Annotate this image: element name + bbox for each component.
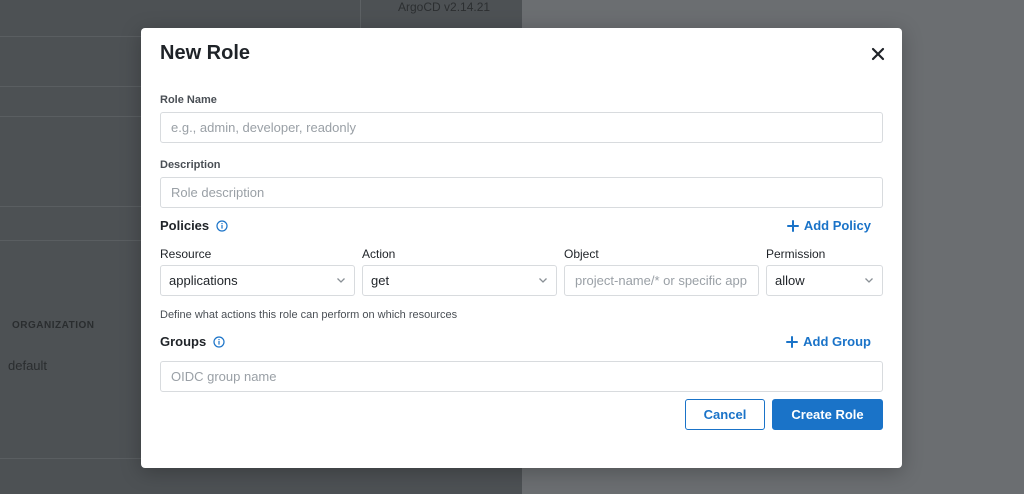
close-icon (871, 47, 885, 61)
app-version: ArgoCD v2.14.21 (398, 0, 491, 14)
resource-select[interactable]: applications (160, 265, 355, 296)
role-name-input[interactable] (160, 112, 883, 143)
create-role-button[interactable]: Create Role (772, 399, 883, 430)
permission-select[interactable]: allow (766, 265, 883, 296)
object-input[interactable] (564, 265, 759, 296)
dialog-title: New Role (160, 42, 251, 64)
new-role-dialog: New Role Role Name Description Policies … (141, 28, 902, 468)
oidc-group-input[interactable] (160, 361, 883, 392)
policies-title: Policies (160, 218, 210, 233)
organization-label: ORGANIZATION (12, 320, 95, 331)
column-permission-label: Permission (766, 247, 826, 261)
action-value: get (371, 273, 390, 288)
resource-value: applications (169, 273, 238, 288)
groups-heading: Groups (160, 334, 225, 349)
description-input[interactable] (160, 177, 883, 208)
close-button[interactable] (868, 44, 888, 64)
add-policy-button[interactable]: Add Policy (786, 218, 871, 233)
chevron-down-icon (337, 278, 345, 283)
policies-heading: Policies (160, 218, 228, 233)
cancel-button[interactable]: Cancel (685, 399, 765, 430)
chevron-down-icon (865, 278, 873, 283)
role-name-label: Role Name (160, 94, 217, 106)
column-resource-label: Resource (160, 247, 212, 261)
add-group-button[interactable]: Add Group (786, 334, 871, 349)
chevron-down-icon (539, 278, 547, 283)
add-policy-label: Add Policy (803, 218, 871, 233)
column-object-label: Object (564, 247, 599, 261)
action-select[interactable]: get (362, 265, 557, 296)
info-icon[interactable] (213, 335, 225, 348)
column-action-label: Action (362, 247, 396, 261)
organization-value: default (8, 358, 48, 373)
plus-icon (786, 335, 799, 348)
groups-title: Groups (160, 334, 207, 349)
info-icon[interactable] (216, 219, 228, 232)
plus-icon (786, 219, 799, 232)
permission-value: allow (775, 273, 805, 288)
policies-hint: Define what actions this role can perfor… (160, 309, 458, 321)
add-group-label: Add Group (803, 334, 871, 349)
description-label: Description (160, 159, 221, 171)
